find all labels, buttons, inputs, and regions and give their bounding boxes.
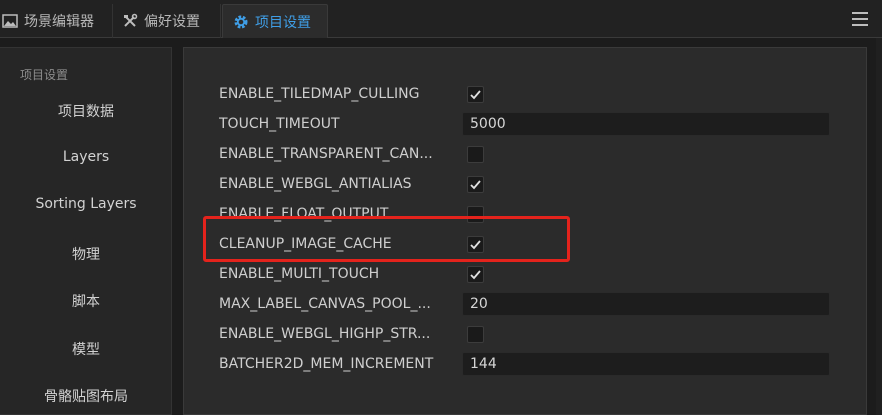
sidebar-item-model[interactable]: 模型 bbox=[0, 339, 172, 359]
touch-timeout-input[interactable]: 5000 bbox=[462, 112, 830, 136]
batcher2d-mem-increment-input[interactable]: 144 bbox=[462, 352, 830, 376]
tab-label: 场景编辑器 bbox=[24, 14, 94, 30]
setting-label: ENABLE_WEBGL_ANTIALIAS bbox=[219, 176, 412, 192]
enable-tiledmap-culling-checkbox[interactable] bbox=[467, 86, 484, 103]
tab-label: 项目设置 bbox=[255, 14, 311, 31]
tab-bar: 场景编辑器 偏好设置 项目设置 bbox=[0, 0, 882, 38]
sidebar-item-sorting-layers[interactable]: Sorting Layers bbox=[0, 196, 172, 212]
setting-label: ENABLE_MULTI_TOUCH bbox=[219, 266, 380, 282]
sidebar-item-scripts[interactable]: 脚本 bbox=[0, 291, 172, 311]
setting-row: BATCHER2D_MEM_INCREMENT bbox=[219, 352, 455, 376]
setting-row: MAX_LABEL_CANVAS_POOL_... bbox=[219, 292, 455, 316]
setting-row: ENABLE_TRANSPARENT_CAN... bbox=[219, 142, 455, 166]
sidebar-item-project-data[interactable]: 项目数据 bbox=[0, 101, 172, 121]
setting-row: TOUCH_TIMEOUT bbox=[219, 112, 455, 136]
tools-icon bbox=[122, 13, 138, 29]
image-icon bbox=[2, 13, 18, 29]
enable-webgl-highp-struct-checkbox[interactable] bbox=[467, 326, 484, 343]
sidebar-item-physics[interactable]: 物理 bbox=[0, 244, 172, 264]
sidebar-section-title: 项目设置 bbox=[20, 68, 69, 82]
highlight-box bbox=[203, 216, 570, 262]
sidebar-item-skeleton-texture-layout[interactable]: 骨骼贴图布局 bbox=[0, 386, 172, 406]
tab-preferences[interactable]: 偏好设置 bbox=[113, 4, 221, 38]
scrollbar[interactable] bbox=[876, 38, 882, 415]
setting-label: TOUCH_TIMEOUT bbox=[219, 116, 340, 132]
setting-label: ENABLE_TILEDMAP_CULLING bbox=[219, 86, 420, 102]
enable-multi-touch-checkbox[interactable] bbox=[467, 266, 484, 283]
tab-scene-editor[interactable]: 场景编辑器 bbox=[0, 4, 113, 38]
sidebar-item-layers[interactable]: Layers bbox=[0, 149, 172, 165]
setting-label: MAX_LABEL_CANVAS_POOL_... bbox=[219, 296, 431, 312]
gear-icon bbox=[233, 14, 249, 30]
tab-label: 偏好设置 bbox=[144, 14, 200, 30]
setting-row: ENABLE_WEBGL_HIGHP_STR... bbox=[219, 322, 455, 346]
enable-transparent-canvas-checkbox[interactable] bbox=[467, 146, 484, 163]
check-icon bbox=[470, 180, 481, 190]
setting-row: ENABLE_WEBGL_ANTIALIAS bbox=[219, 172, 455, 196]
sidebar: 项目设置 项目数据 Layers Sorting Layers 物理 脚本 模型… bbox=[0, 47, 172, 415]
check-icon bbox=[470, 90, 481, 100]
setting-label: ENABLE_WEBGL_HIGHP_STR... bbox=[219, 326, 431, 342]
setting-label: BATCHER2D_MEM_INCREMENT bbox=[219, 356, 434, 372]
check-icon bbox=[470, 270, 481, 280]
setting-row: ENABLE_TILEDMAP_CULLING bbox=[219, 82, 455, 106]
tab-project-settings[interactable]: 项目设置 bbox=[222, 4, 328, 38]
setting-row: ENABLE_MULTI_TOUCH bbox=[219, 262, 455, 286]
enable-webgl-antialias-checkbox[interactable] bbox=[467, 176, 484, 193]
setting-label: ENABLE_TRANSPARENT_CAN... bbox=[219, 146, 433, 162]
menu-icon[interactable] bbox=[852, 12, 868, 26]
max-label-canvas-pool-input[interactable]: 20 bbox=[462, 292, 830, 316]
